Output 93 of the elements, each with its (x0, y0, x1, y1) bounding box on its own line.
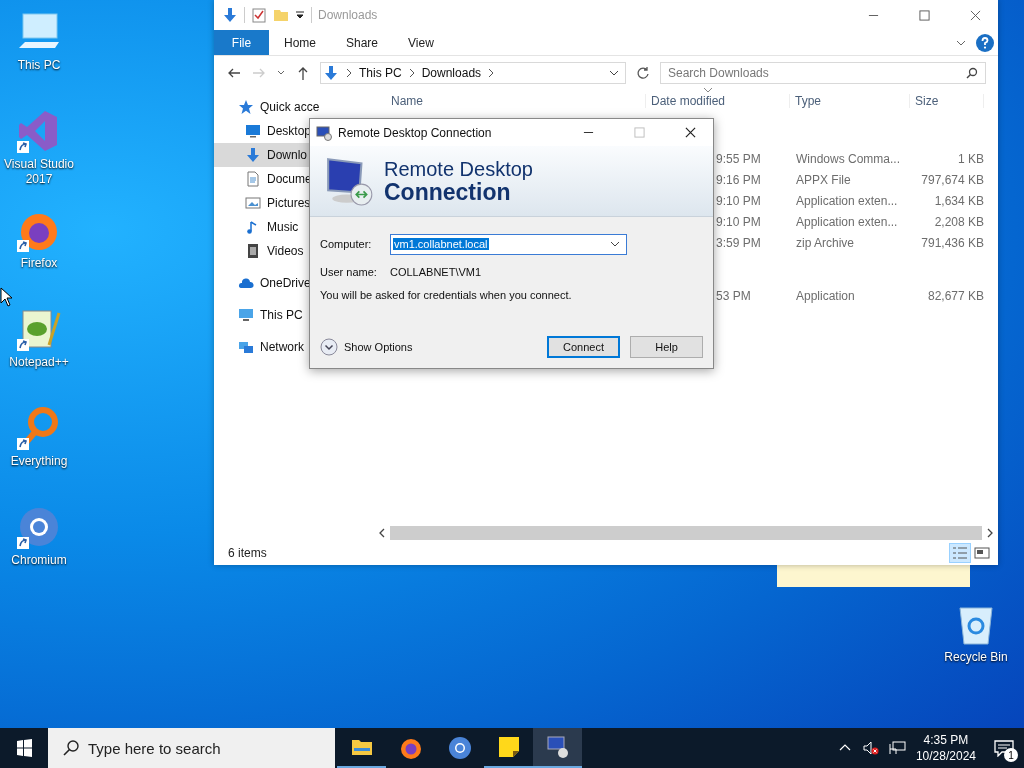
muted-speaker-icon[interactable] (861, 740, 880, 756)
navigation-item[interactable]: Pictures (214, 191, 374, 215)
close-icon[interactable] (685, 127, 696, 138)
properties-icon[interactable] (251, 7, 267, 23)
column-header[interactable]: Type (790, 94, 910, 108)
chevron-right-icon[interactable] (487, 68, 496, 78)
column-header[interactable]: Name (386, 94, 646, 108)
table-cell-text: zip Archive (795, 235, 856, 250)
navigation-item[interactable]: Quick acce (214, 95, 374, 119)
table-cell-text: 3:59 PM (715, 235, 762, 250)
field-label: Computer: (320, 238, 373, 250)
network-icon (238, 339, 254, 355)
table-cell-text: 9:55 PM (715, 151, 762, 166)
breadcrumb[interactable]: Downloads (421, 66, 482, 80)
star-icon (238, 99, 254, 115)
dialog-button[interactable]: Help (630, 336, 703, 358)
table-cell-text: APPX File (795, 172, 852, 187)
monitor-icon (316, 124, 332, 141)
maximize-icon[interactable] (919, 9, 930, 21)
table-cell-text: 9:10 PM (715, 193, 762, 208)
desktop-icon-label[interactable]: Chromium (11, 553, 67, 568)
address-bar[interactable]: This PC Downloads (320, 62, 626, 84)
chevron-down-icon[interactable] (610, 239, 620, 249)
sticky-note-icon (496, 735, 521, 759)
table-cell-text: 791,436 KB (920, 235, 984, 250)
dialog-button[interactable]: Connect (547, 336, 620, 358)
scrollbar-thumb[interactable] (390, 526, 982, 540)
table-cell-text: 9:10 PM (715, 214, 762, 229)
search-field[interactable]: Search Downloads (660, 62, 986, 84)
chevron-down-icon[interactable] (609, 68, 619, 78)
monitor-icon (545, 735, 570, 759)
table-cell-text: Application exten... (795, 214, 899, 229)
desktop-icon-label[interactable]: Recycle Bin (944, 650, 1008, 665)
table-cell-text: 82,677 KB (926, 288, 984, 303)
table-cell-text: 53 PM (715, 288, 752, 303)
chevron-right-icon[interactable] (345, 68, 353, 78)
large-icons-view-icon[interactable] (972, 544, 992, 562)
breadcrumb[interactable]: This PC (359, 66, 402, 80)
ribbon-tab[interactable]: Share (331, 30, 394, 55)
download-arrow-icon (245, 147, 261, 163)
maximize-icon (634, 127, 645, 138)
table-cell-text: 1 KB (957, 151, 984, 166)
help-icon[interactable] (976, 33, 994, 52)
field-label: User name: (320, 266, 378, 278)
window-title: Downloads (318, 8, 378, 22)
table-cell-text: 797,674 KB (920, 172, 984, 187)
document-icon (245, 171, 261, 187)
ribbon-tab[interactable]: View (393, 30, 449, 55)
file-tab[interactable]: File (214, 30, 269, 55)
picture-icon (245, 195, 261, 211)
browser-icon (398, 736, 423, 760)
table-cell-text: Application exten... (795, 193, 899, 208)
refresh-icon[interactable] (635, 65, 651, 81)
cloud-icon (238, 275, 254, 291)
notification-icon[interactable] (994, 739, 1014, 757)
navigation-item[interactable]: Music (214, 215, 374, 239)
column-header[interactable]: Size (910, 94, 984, 108)
dropdown-caret-icon[interactable] (295, 10, 305, 20)
clock[interactable]: 4:35 PM 10/28/2024 (915, 732, 976, 764)
search-icon (62, 739, 80, 757)
scroll-right-icon[interactable] (986, 528, 994, 538)
column-header[interactable]: Date modified (646, 94, 790, 108)
banner-title: Remote Desktop (384, 158, 533, 180)
notification-badge: 1 (1004, 748, 1018, 762)
sort-caret-icon (704, 88, 712, 92)
film-icon (245, 243, 261, 259)
expand-options-icon[interactable] (320, 338, 338, 356)
download-arrow-icon (323, 65, 339, 81)
scroll-left-icon[interactable] (378, 528, 386, 538)
ribbon-tab[interactable]: Home (269, 30, 331, 55)
banner-title: Connection (384, 180, 511, 204)
browser-icon (447, 736, 472, 760)
taskbar-app-button[interactable] (533, 728, 582, 768)
download-arrow-icon (222, 7, 238, 23)
table-cell-text: Windows Comma... (795, 151, 902, 166)
show-options-link[interactable]: Show Options (344, 341, 413, 353)
chevron-right-icon[interactable] (407, 68, 416, 78)
dialog-title: Remote Desktop Connection (338, 125, 492, 140)
pc-icon (238, 307, 254, 323)
computer-combo-box[interactable]: vm1.collabnet.local (390, 233, 627, 255)
user-name-value: COLLABNET\VM1 (390, 266, 482, 278)
mouse-cursor-icon (0, 287, 12, 307)
table-cell-text: 2,208 KB (933, 214, 984, 229)
navigation-item[interactable]: This PC (214, 303, 374, 327)
monitor-icon (245, 123, 261, 139)
status-text: 6 items (228, 546, 267, 560)
taskbar-search-field[interactable]: Type here to search (48, 728, 335, 768)
table-cell-text: Application (795, 288, 856, 303)
table-cell-text: 1,634 KB (933, 193, 984, 208)
search-icon (966, 67, 978, 79)
info-text: You will be asked for credentials when you connect. (320, 289, 573, 301)
table-cell-text: 9:16 PM (715, 172, 762, 187)
network-icon[interactable] (887, 740, 906, 756)
